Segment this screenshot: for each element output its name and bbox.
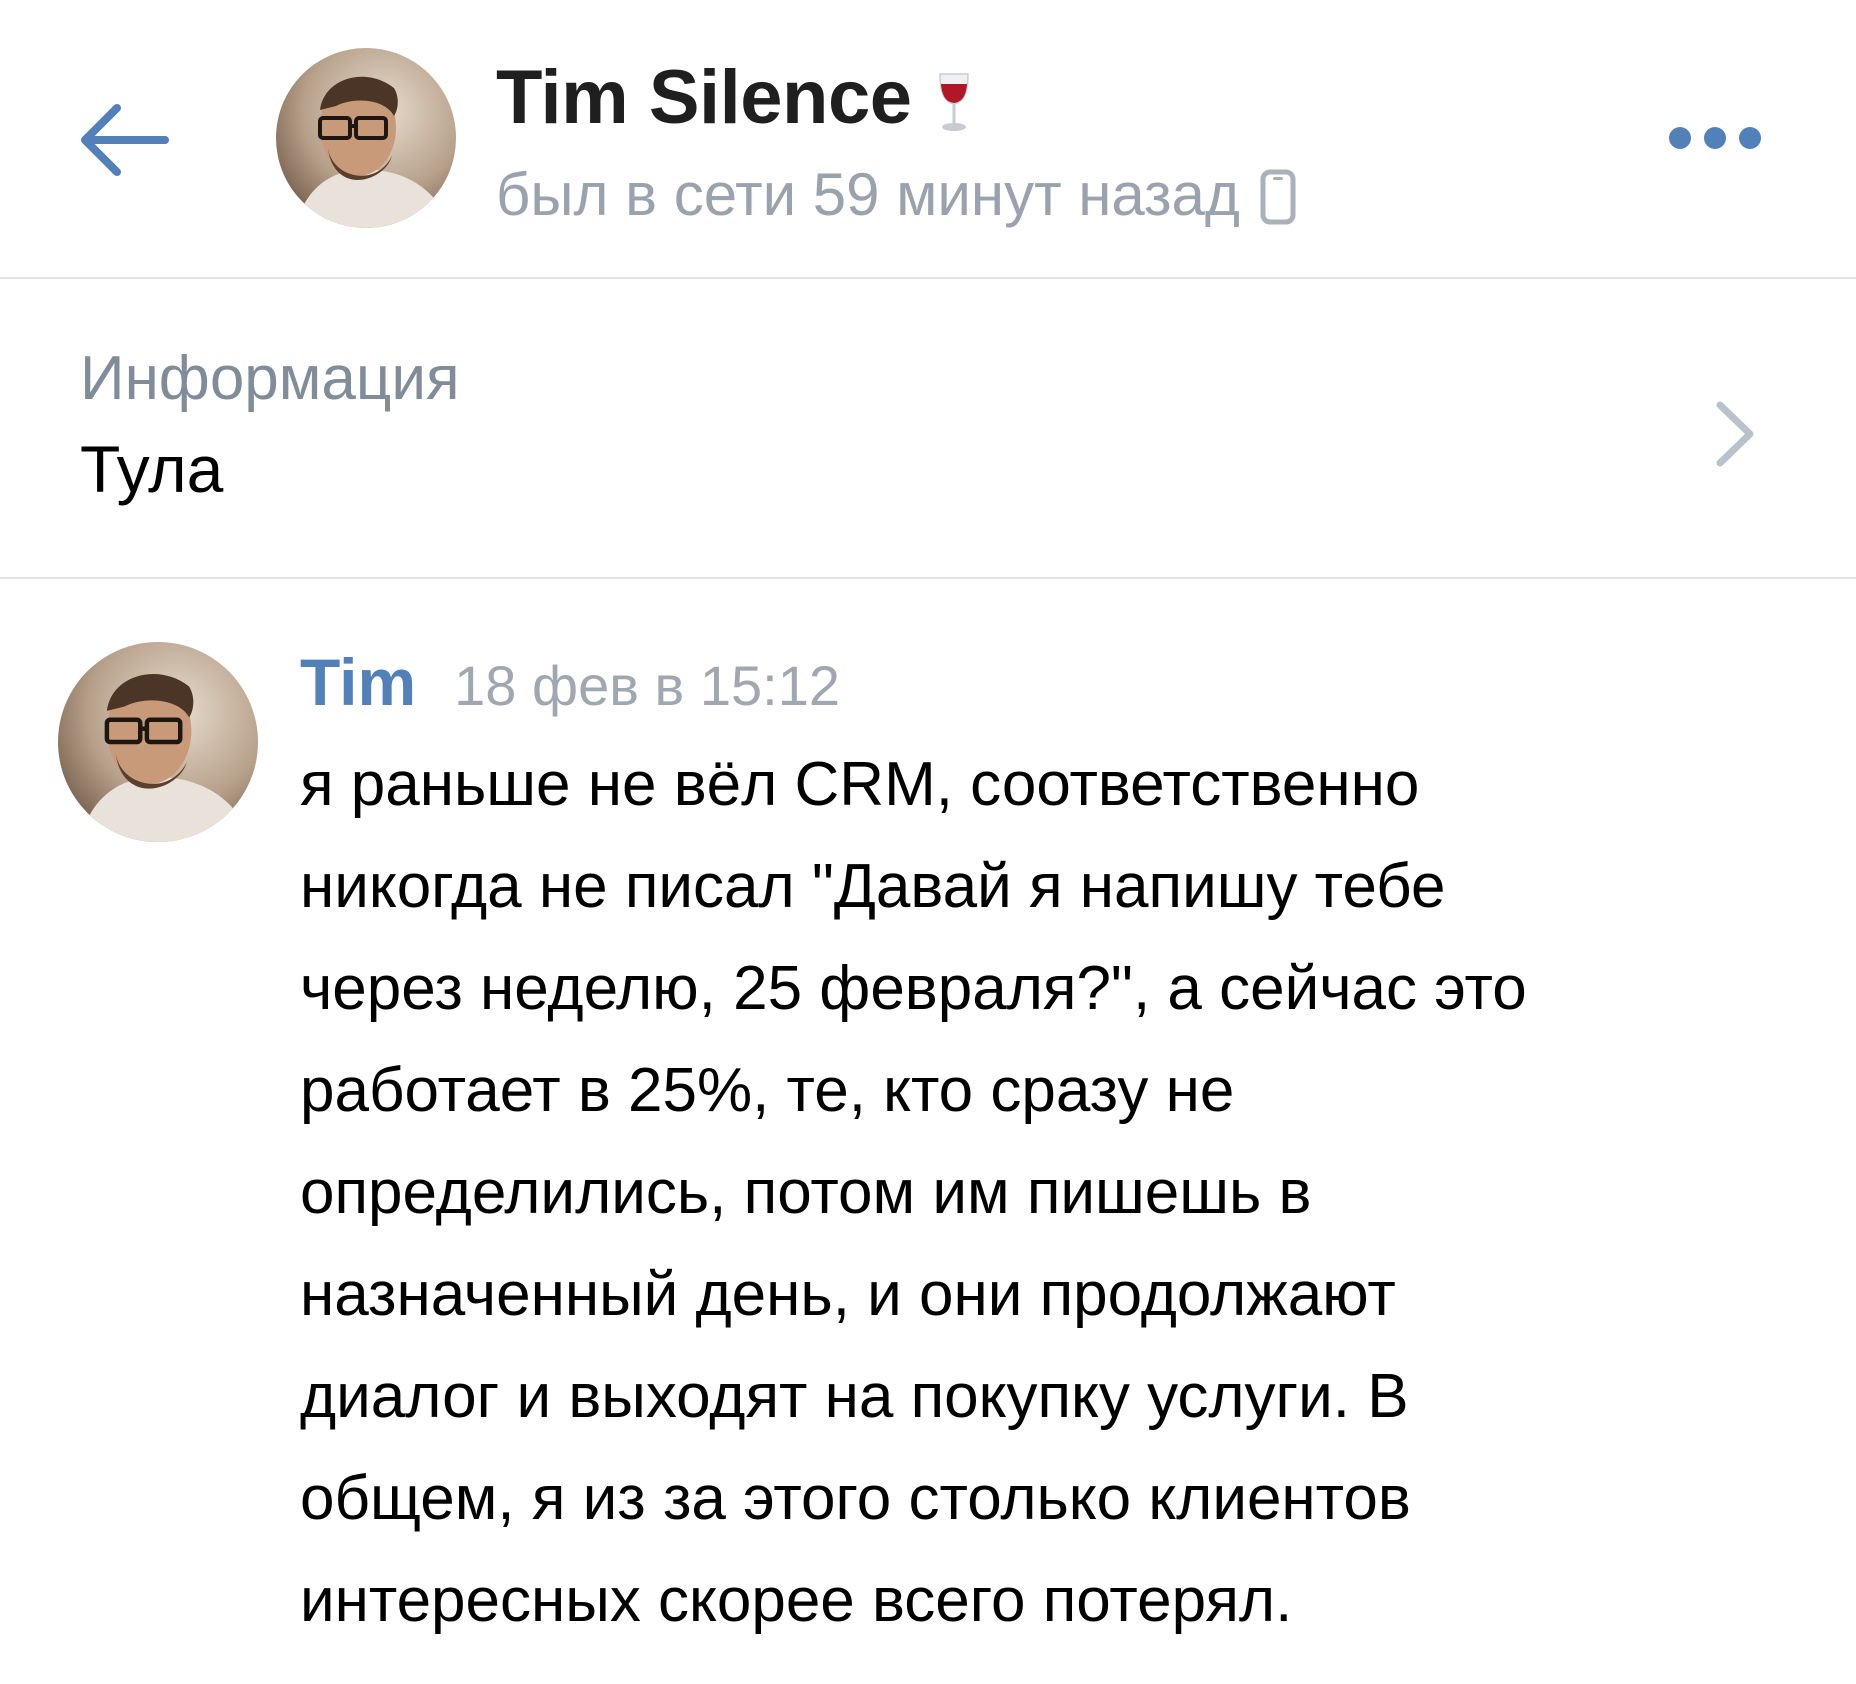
more-horizontal-icon bbox=[1669, 127, 1761, 149]
message-meta: Tim 18 фев в 15:12 bbox=[300, 644, 840, 734]
message-line: через неделю, 25 февраля?", а сейчас это bbox=[300, 954, 1527, 1023]
message-line: работает в 25%, те, кто сразу не bbox=[300, 1056, 1235, 1125]
info-section[interactable]: Информация Тула bbox=[0, 279, 1856, 579]
more-button[interactable] bbox=[1650, 110, 1780, 166]
message-line: диалог и выходят на покупку услуги. В bbox=[300, 1362, 1409, 1431]
chat-header: Tim Silence был в сети 59 минут назад bbox=[0, 0, 1856, 279]
message-line: никогда не писал "Давай я напишу тебе bbox=[300, 852, 1446, 921]
info-label: Информация bbox=[80, 344, 460, 413]
mobile-phone-icon bbox=[1260, 169, 1296, 225]
wine-glass-icon bbox=[938, 73, 969, 131]
message-line: я раньше не вёл CRM, соответственно bbox=[300, 750, 1420, 819]
contact-name: Tim Silence bbox=[496, 54, 912, 140]
message-line: интересных скорее всего потерял. bbox=[300, 1566, 1293, 1635]
arrow-left-icon bbox=[81, 104, 169, 176]
chevron-right-icon bbox=[1716, 401, 1754, 467]
message-avatar[interactable] bbox=[58, 642, 258, 842]
message-text: я раньше не вёл CRM, соответственно нико… bbox=[300, 734, 1830, 1652]
message-line: общем, я из за этого столько клиентов bbox=[300, 1464, 1411, 1533]
message-line: назначенный день, и они продолжают bbox=[300, 1260, 1396, 1329]
message-author[interactable]: Tim bbox=[300, 644, 416, 720]
avatar-image bbox=[276, 48, 456, 228]
contact-status-row: был в сети 59 минут назад bbox=[496, 158, 1296, 230]
contact-name-row[interactable]: Tim Silence bbox=[496, 52, 974, 142]
message-line: определились, потом им пишешь в bbox=[300, 1158, 1312, 1227]
avatar-image bbox=[58, 642, 258, 842]
message-item: Tim 18 фев в 15:12 я раньше не вёл CRM, … bbox=[0, 600, 1856, 1684]
message-timestamp: 18 фев в 15:12 bbox=[454, 654, 840, 717]
last-seen-status: был в сети 59 минут назад bbox=[496, 160, 1240, 228]
back-button[interactable] bbox=[70, 92, 180, 188]
info-value-city: Тула bbox=[80, 432, 224, 506]
chat-screen: Tim Silence был в сети 59 минут назад Ин… bbox=[0, 0, 1856, 1684]
avatar[interactable] bbox=[276, 48, 456, 228]
